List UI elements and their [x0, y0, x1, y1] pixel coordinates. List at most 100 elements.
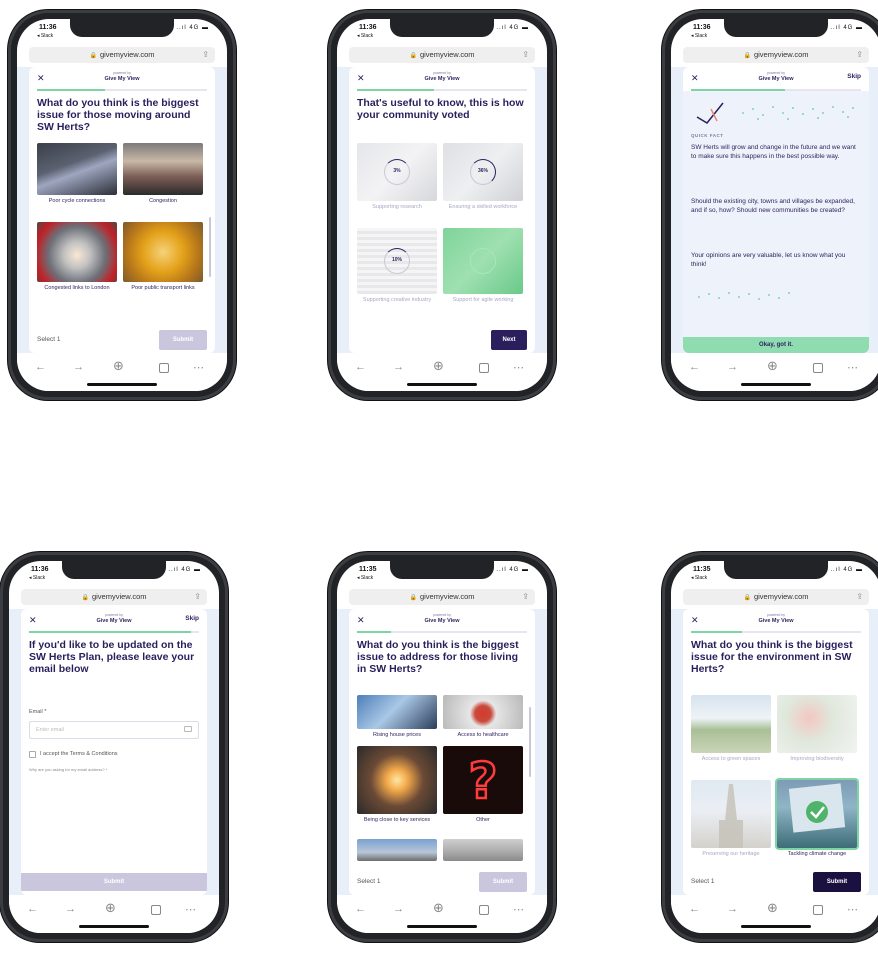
option-tile[interactable]: Access to green spaces [691, 695, 771, 780]
option-tile[interactable]: Being close to key services [357, 746, 437, 839]
option-tile[interactable]: Congestion [123, 143, 203, 222]
share-icon[interactable]: ⇪ [522, 47, 529, 63]
back-to-app-link[interactable]: ◂ Slack [29, 575, 45, 581]
close-button[interactable]: ✕ [691, 73, 699, 84]
more-menu-icon[interactable]: ⋯ [847, 903, 858, 916]
more-menu-icon[interactable]: ⋯ [185, 903, 196, 916]
new-tab-plus-icon[interactable]: ⊕ [767, 900, 778, 916]
back-to-app-link[interactable]: ◂ Slack [357, 33, 373, 39]
share-icon[interactable]: ⇪ [194, 589, 201, 605]
close-button[interactable]: ✕ [37, 73, 45, 84]
new-tab-plus-icon[interactable]: ⊕ [767, 358, 778, 374]
option-tile[interactable]: Poor cycle connections [37, 143, 117, 222]
home-indicator[interactable] [741, 383, 811, 386]
share-icon[interactable]: ⇪ [856, 589, 863, 605]
email-field[interactable]: Enter email [29, 721, 199, 739]
url-text: givemyview.com [753, 50, 809, 59]
new-tab-plus-icon[interactable]: ⊕ [113, 358, 124, 374]
back-to-app-link[interactable]: ◂ Slack [691, 575, 707, 581]
forward-arrow-icon[interactable]: → [73, 361, 84, 373]
share-icon[interactable]: ⇪ [202, 47, 209, 63]
option-tile[interactable]: Rising house prices [357, 695, 437, 746]
forward-arrow-icon[interactable]: → [727, 903, 738, 915]
result-image [443, 228, 523, 294]
card-icon [184, 726, 192, 732]
submit-button[interactable]: Submit [479, 872, 527, 892]
new-tab-plus-icon[interactable]: ⊕ [433, 358, 444, 374]
forward-arrow-icon[interactable]: → [727, 361, 738, 373]
forward-arrow-icon[interactable]: → [393, 903, 404, 915]
next-button[interactable]: Next [491, 330, 527, 350]
option-tile[interactable] [357, 839, 437, 861]
url-bar[interactable]: 🔒 givemyview.com ⇪ [349, 47, 535, 63]
home-indicator[interactable] [87, 383, 157, 386]
terms-checkbox[interactable] [29, 751, 36, 758]
submit-button[interactable]: Submit [159, 330, 207, 350]
email-why-link[interactable]: Why are you asking for my email address?… [29, 767, 107, 772]
back-to-app-link[interactable]: ◂ Slack [37, 33, 53, 39]
skip-button[interactable]: Skip [847, 73, 861, 80]
back-to-app-link[interactable]: ◂ Slack [357, 575, 373, 581]
home-indicator[interactable] [407, 383, 477, 386]
result-tile: 36% Ensuring a skilled workforce [443, 143, 523, 228]
option-image [357, 839, 437, 861]
back-to-app-link[interactable]: ◂ Slack [691, 33, 707, 39]
back-arrow-icon[interactable]: ← [355, 361, 366, 373]
option-tile[interactable] [443, 839, 523, 861]
share-icon[interactable]: ⇪ [522, 589, 529, 605]
tabs-icon[interactable] [151, 905, 161, 915]
url-text: givemyview.com [91, 592, 147, 601]
back-arrow-icon[interactable]: ← [689, 361, 700, 373]
share-icon[interactable]: ⇪ [856, 47, 863, 63]
option-tile[interactable]: Improving biodiversity [777, 695, 857, 780]
new-tab-plus-icon[interactable]: ⊕ [433, 900, 444, 916]
forward-arrow-icon[interactable]: → [393, 361, 404, 373]
tabs-icon[interactable] [479, 363, 489, 373]
new-tab-plus-icon[interactable]: ⊕ [105, 900, 116, 916]
close-button[interactable]: ✕ [357, 615, 365, 626]
option-tile[interactable]: Congested links to London [37, 222, 117, 309]
skip-button[interactable]: Skip [185, 615, 199, 622]
url-bar[interactable]: 🔒 givemyview.com ⇪ [29, 47, 215, 63]
more-menu-icon[interactable]: ⋯ [847, 361, 858, 374]
option-tile-selected[interactable]: Tackling climate change [777, 780, 857, 875]
forward-arrow-icon[interactable]: → [65, 903, 76, 915]
submit-button[interactable]: Submit [21, 873, 207, 891]
result-image: 10% [357, 228, 437, 294]
home-indicator[interactable] [79, 925, 149, 928]
phone-screen: 11:35 ◂ Slack ..ıl 4G ▬ 🔒 givemyview.com … [337, 561, 547, 933]
more-menu-icon[interactable]: ⋯ [193, 361, 204, 374]
option-tile[interactable]: Poor public transport links [123, 222, 203, 309]
close-button[interactable]: ✕ [691, 615, 699, 626]
select-count: Select 1 [357, 878, 381, 885]
close-button[interactable]: ✕ [357, 73, 365, 84]
back-arrow-icon[interactable]: ← [27, 903, 38, 915]
url-bar[interactable]: 🔒 givemyview.com ⇪ [349, 589, 535, 605]
option-tile[interactable]: Preserving our heritage [691, 780, 771, 875]
option-tile[interactable]: Access to healthcare [443, 695, 523, 746]
lock-icon: 🔒 [743, 595, 751, 601]
okay-got-it-button[interactable]: Okay, got it. [683, 337, 869, 353]
home-indicator[interactable] [407, 925, 477, 928]
url-bar[interactable]: 🔒 givemyview.com ⇪ [683, 47, 869, 63]
tabs-icon[interactable] [813, 905, 823, 915]
back-arrow-icon[interactable]: ← [689, 903, 700, 915]
option-image [691, 695, 771, 753]
tabs-icon[interactable] [479, 905, 489, 915]
scrollbar[interactable] [529, 707, 531, 777]
back-arrow-icon[interactable]: ← [355, 903, 366, 915]
tabs-icon[interactable] [813, 363, 823, 373]
tabs-icon[interactable] [159, 363, 169, 373]
more-menu-icon[interactable]: ⋯ [513, 903, 524, 916]
home-indicator[interactable] [741, 925, 811, 928]
brand-logo: powered by Give My View [424, 71, 459, 82]
submit-button[interactable]: Submit [813, 872, 861, 892]
scrollbar[interactable] [209, 217, 211, 277]
url-bar[interactable]: 🔒 givemyview.com ⇪ [21, 589, 207, 605]
browser-toolbar: ← → ⊕ ⋯ [9, 895, 219, 933]
url-bar[interactable]: 🔒 givemyview.com ⇪ [683, 589, 869, 605]
close-button[interactable]: ✕ [29, 615, 37, 626]
more-menu-icon[interactable]: ⋯ [513, 361, 524, 374]
option-tile[interactable]: ? Other [443, 746, 523, 839]
back-arrow-icon[interactable]: ← [35, 361, 46, 373]
